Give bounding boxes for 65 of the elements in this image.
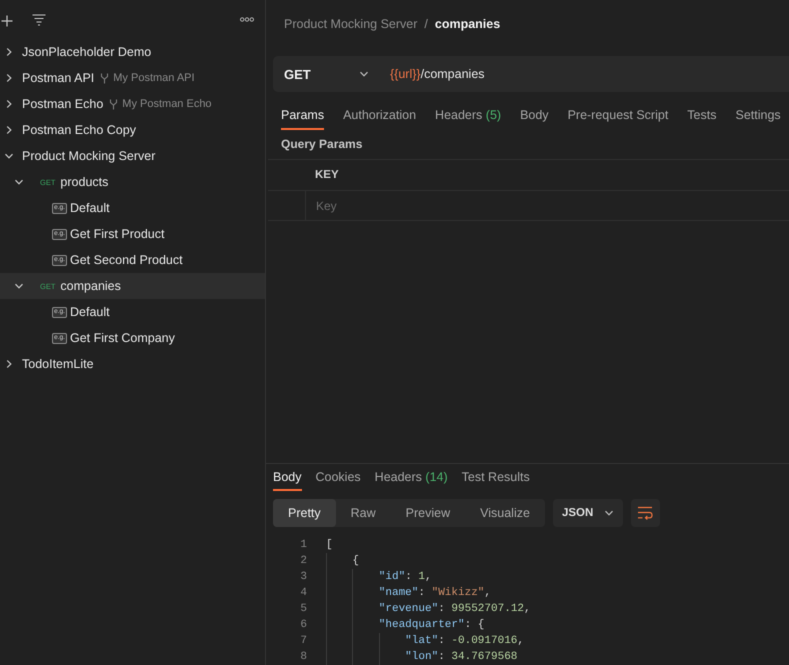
tab[interactable]: Cookies	[316, 464, 361, 491]
fork-label: My Postman Echo	[122, 98, 212, 110]
tab[interactable]: Headers (14)	[374, 464, 448, 491]
view-mode-tab[interactable]: Raw	[336, 499, 391, 527]
line-number: 2	[299, 554, 307, 569]
fork-label: My Postman API	[113, 72, 195, 84]
code-line: [	[326, 538, 333, 553]
tab[interactable]: Params	[281, 104, 324, 130]
chevron-down-icon[interactable]	[4, 151, 14, 161]
plus-icon[interactable]	[1, 15, 13, 27]
tree-item[interactable]: JsonPlaceholder Demo	[0, 39, 265, 65]
fork-icon	[109, 98, 118, 110]
tree-item[interactable]: Postman Echo My Postman Echo	[0, 91, 265, 117]
tab[interactable]: Body	[520, 104, 549, 130]
text-wrap-icon[interactable]	[637, 506, 654, 520]
code-line: "revenue": 99552707.12,	[378, 602, 531, 617]
section-title: Query Params	[280, 136, 364, 152]
chevron-down-icon[interactable]	[604, 508, 614, 518]
line-number: 1	[299, 538, 307, 553]
line-number: 3	[299, 570, 307, 585]
line-number: 7	[299, 634, 307, 649]
chevron-down-icon[interactable]	[14, 281, 24, 291]
tree-item[interactable]: Product Mocking Server	[0, 143, 265, 169]
tab[interactable]: Authorization	[343, 104, 416, 130]
key-input[interactable]: Key	[306, 191, 789, 220]
line-number: 4	[299, 586, 307, 601]
chevron-right-icon[interactable]	[4, 125, 14, 135]
tree-item[interactable]: TodoItemLite	[0, 351, 265, 377]
tab[interactable]: Test Results	[462, 464, 530, 491]
column-header: KEY	[315, 169, 339, 181]
request-title: companies	[434, 17, 500, 31]
wrap-button[interactable]	[630, 499, 660, 527]
breadcrumb-separator: /	[424, 17, 428, 31]
chevron-right-icon[interactable]	[4, 99, 14, 109]
code-line: "id": 1,	[378, 570, 432, 585]
chevron-right-icon[interactable]	[4, 47, 14, 57]
line-number: 8	[299, 650, 307, 665]
method-dropdown[interactable]: GET	[273, 56, 378, 92]
tree-item[interactable]: Postman Echo Copy	[0, 117, 265, 143]
fork-icon	[100, 72, 110, 84]
breadcrumb-link[interactable]: Product Mocking Server	[284, 17, 418, 31]
chevron-down-icon[interactable]	[14, 177, 24, 187]
format-dropdown[interactable]: JSON	[552, 499, 623, 527]
tab[interactable]: Tests	[687, 104, 716, 130]
chevron-right-icon[interactable]	[4, 73, 14, 83]
tab[interactable]: Pre-request Script	[568, 104, 668, 130]
code-line: "headquarter": {	[378, 618, 484, 633]
code-line: {	[352, 554, 359, 569]
chevron-down-icon[interactable]	[359, 69, 369, 79]
line-number: 5	[299, 602, 307, 617]
filter-icon[interactable]	[32, 14, 46, 26]
url-field[interactable]: {{url}}/companies	[390, 67, 485, 81]
code-line: "lon": 34.7679568	[405, 650, 518, 665]
code-line: "lat": -0.0917016,	[405, 634, 524, 649]
tab[interactable]: Body	[273, 464, 302, 491]
tree-item[interactable]: Postman API My Postman API	[0, 65, 265, 91]
tab[interactable]: Headers (5)	[435, 104, 502, 130]
view-mode-tab[interactable]: Preview	[390, 499, 466, 527]
tab[interactable]: Settings	[735, 104, 781, 130]
chevron-right-icon[interactable]	[4, 359, 14, 369]
line-number: 6	[299, 618, 307, 633]
view-mode-tab[interactable]: Pretty	[273, 499, 336, 527]
more-icon[interactable]	[240, 17, 254, 22]
view-mode-tab[interactable]: Visualize	[465, 499, 545, 527]
code-line: "name": "Wikizz",	[378, 586, 492, 601]
